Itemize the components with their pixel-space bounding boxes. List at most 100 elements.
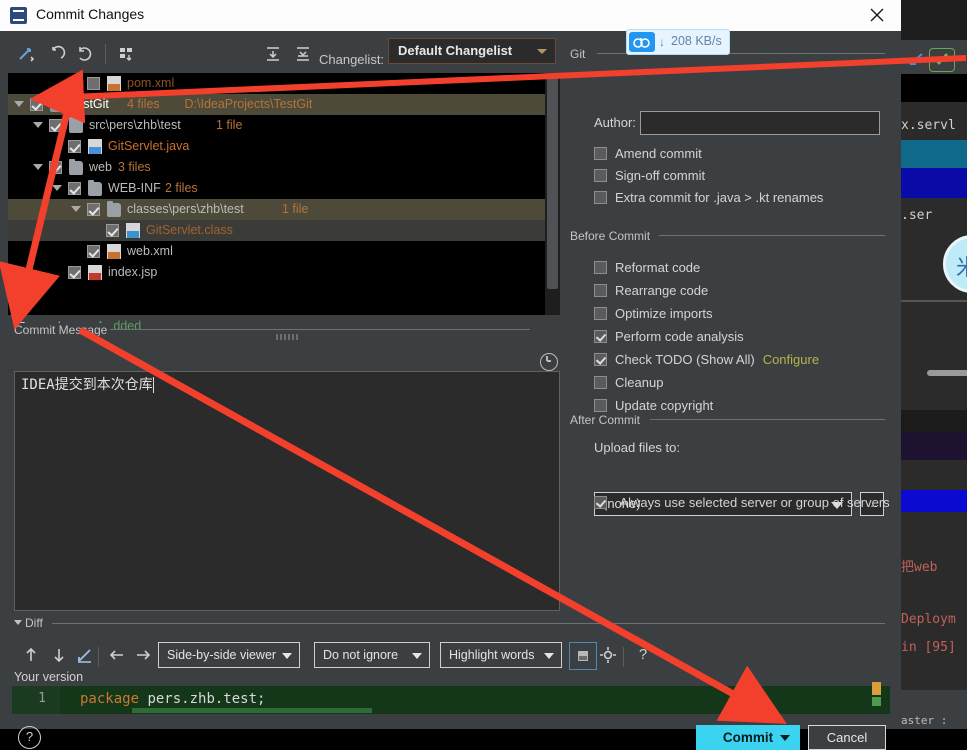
before-commit-option-row[interactable]: Optimize imports [594, 305, 713, 323]
arrow-down-left-icon [909, 53, 923, 65]
next-difference-icon[interactable] [46, 642, 72, 668]
before-commit-option-row[interactable]: Check TODO (Show All) Configure [594, 351, 819, 369]
run-check-icon[interactable] [929, 48, 955, 72]
git-option-row[interactable]: Extra commit for .java > .kt renames [594, 189, 823, 207]
expand-all-icon[interactable] [260, 41, 286, 67]
next-file-icon[interactable] [130, 642, 156, 668]
settings-gear-icon[interactable] [595, 642, 621, 668]
tree-twisty-icon[interactable] [52, 185, 62, 191]
group-by-icon[interactable] [114, 41, 140, 67]
git-option-row[interactable]: Amend commit [594, 145, 702, 163]
tree-row[interactable]: TestGit 4 files D:\IdeaProjects\TestGit [8, 94, 560, 115]
git-option-row[interactable]: Sign-off commit [594, 167, 705, 185]
tree-row-count: 3 files [118, 160, 151, 174]
whitespace-icon[interactable] [569, 642, 597, 670]
changed-files-tree[interactable]: pom.xml TestGit 4 files D:\IdeaProjects\Tes… [8, 73, 560, 315]
edit-icon[interactable] [72, 642, 98, 668]
tree-twisty-icon[interactable] [33, 164, 43, 170]
chevron-down-icon [412, 653, 422, 659]
tree-row-checkbox[interactable] [49, 119, 62, 132]
xml-file-icon [107, 76, 121, 91]
code-keyword: package [80, 691, 140, 707]
before-commit-checkbox[interactable] [594, 261, 607, 274]
tree-row-count: 2 files [165, 181, 198, 195]
diff-code-area[interactable]: 1 package pers.zhb.test; [12, 686, 890, 714]
changelist-dropdown[interactable]: Default Changelist [388, 38, 556, 64]
before-commit-option-row[interactable]: Reformat code [594, 259, 700, 277]
refresh-icon[interactable] [72, 41, 98, 67]
chevron-down-icon [282, 653, 292, 659]
always-use-server-row[interactable]: Always use selected server or group of s… [594, 494, 890, 512]
tree-row[interactable]: WEB-INF 2 files [8, 178, 560, 199]
before-commit-option-row[interactable]: Cleanup [594, 374, 663, 392]
tree-row[interactable]: GitServlet.class [8, 220, 560, 241]
tree-row-checkbox[interactable] [68, 182, 81, 195]
revert-icon[interactable] [44, 41, 70, 67]
tree-row-name: src\pers\zhb\test [89, 118, 181, 132]
tree-row-count: 4 files [127, 97, 160, 111]
before-commit-option-row[interactable]: Rearrange code [594, 282, 708, 300]
author-label: Author: [594, 115, 636, 130]
tree-twisty-icon[interactable] [14, 101, 24, 107]
tree-row-count: 1 file [282, 202, 309, 216]
tree-row-checkbox[interactable] [87, 245, 100, 258]
tree-row-checkbox[interactable] [87, 77, 100, 90]
tree-row-checkbox[interactable] [30, 98, 43, 111]
tree-row[interactable]: pom.xml [8, 73, 560, 94]
tree-row[interactable]: classes\pers\zhb\test 1 file [8, 199, 560, 220]
git-checkbox[interactable] [594, 147, 607, 160]
splitter-grip[interactable] [276, 334, 300, 340]
tree-row-checkbox[interactable] [49, 161, 62, 174]
tree-row[interactable]: src\pers\zhb\test 1 file [8, 115, 560, 136]
background-ide-strip: x.servl .ser 把web Deploym in [95] aster … [901, 0, 967, 729]
git-checkbox[interactable] [594, 191, 607, 204]
before-commit-checkbox[interactable] [594, 376, 607, 389]
before-commit-checkbox[interactable] [594, 330, 607, 343]
before-commit-checkbox[interactable] [594, 284, 607, 297]
prev-difference-icon[interactable] [18, 642, 44, 668]
author-input[interactable] [640, 111, 880, 135]
tree-row[interactable]: GitServlet.java [8, 136, 560, 157]
tree-row-checkbox[interactable] [87, 203, 100, 216]
code-rest: pers.zhb.test; [139, 691, 266, 707]
line-number: 1 [12, 686, 60, 714]
tree-row-name: GitServlet.class [146, 223, 233, 237]
download-speed-badge: ↓ 208 KB/s [626, 29, 730, 55]
tree-twisty-icon[interactable] [71, 206, 81, 212]
before-commit-checkbox[interactable] [594, 353, 607, 366]
help-icon[interactable]: ? [18, 726, 41, 749]
highlight-mode-dropdown[interactable]: Highlight words [440, 642, 562, 668]
viewer-mode-dropdown[interactable]: Side-by-side viewer [158, 642, 300, 668]
tree-row[interactable]: web.xml [8, 241, 560, 262]
tree-scrollbar[interactable] [545, 73, 560, 315]
tree-row[interactable]: web 3 files [8, 157, 560, 178]
class-file-icon [126, 223, 140, 238]
java-file-icon [88, 139, 102, 154]
before-commit-option-row[interactable]: Perform code analysis [594, 328, 744, 346]
collapse-all-icon[interactable] [290, 41, 316, 67]
tree-row-checkbox[interactable] [68, 140, 81, 153]
prev-file-icon[interactable] [104, 642, 130, 668]
diff-collapse-icon[interactable] [14, 620, 22, 625]
ignore-mode-dropdown[interactable]: Do not ignore [314, 642, 430, 668]
close-icon[interactable] [855, 0, 901, 31]
xml-file-icon [107, 244, 121, 259]
tree-row-path: D:\IdeaProjects\TestGit [184, 97, 313, 111]
configure-link[interactable]: Configure [763, 352, 819, 367]
git-checkbox[interactable] [594, 169, 607, 182]
always-use-server-checkbox[interactable] [594, 496, 607, 509]
before-commit-checkbox[interactable] [594, 399, 607, 412]
screen: x.servl .ser 把web Deploym in [95] aster … [0, 0, 967, 750]
diff-help-icon[interactable]: ? [630, 642, 656, 668]
clock-history-icon[interactable] [540, 353, 558, 371]
show-diff-icon[interactable] [14, 41, 40, 67]
commit-message-input[interactable]: IDEA提交到本次仓库 [14, 371, 560, 611]
module-icon [50, 96, 64, 112]
tree-row-checkbox[interactable] [68, 266, 81, 279]
before-commit-checkbox[interactable] [594, 307, 607, 320]
chevron-down-icon[interactable] [780, 735, 790, 741]
tree-row-checkbox[interactable] [106, 224, 119, 237]
code-line: package pers.zhb.test; [80, 691, 265, 707]
tree-twisty-icon[interactable] [33, 122, 43, 128]
tree-row[interactable]: index.jsp [8, 262, 560, 283]
